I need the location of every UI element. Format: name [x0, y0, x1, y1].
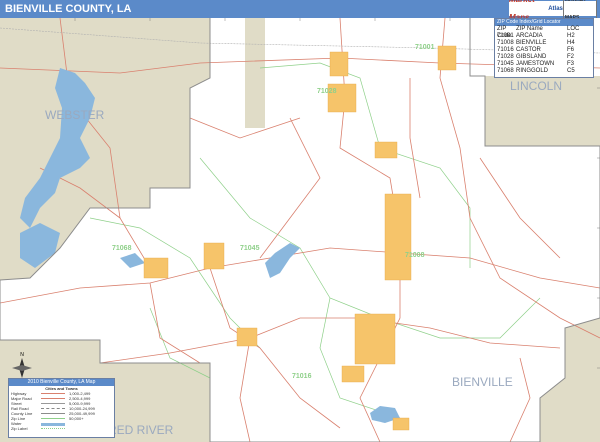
county-label-lincoln: LINCOLN: [510, 79, 562, 93]
zip-code: 71068: [497, 68, 514, 74]
title-bar: BIENVILLE COUNTY, LA Market Maps Atlas M…: [0, 0, 600, 28]
zip-label-71045: 71045: [240, 245, 260, 252]
page-title: BIENVILLE COUNTY, LA: [5, 3, 132, 15]
zip-loc: H2: [567, 33, 575, 39]
legend-swatch: [41, 423, 65, 426]
zip-col-name: ZIP Name: [516, 26, 543, 32]
zip-locator-table: ZIP Code Index/Grid Locator ZIP Code ZIP…: [494, 18, 594, 78]
zip-code: 71028: [497, 54, 514, 60]
zip-loc: F2: [567, 54, 575, 60]
legend-swatch: [41, 403, 65, 404]
legend-title: 2010 Bienville County, LA Map: [9, 379, 114, 386]
zip-loc: H4: [567, 40, 575, 46]
legend-swatch: [41, 418, 65, 419]
zip-code: 71016: [497, 47, 514, 53]
zip-col-code: ZIP Code: [497, 26, 512, 39]
table-row: 71016 CASTOR F6: [495, 47, 593, 54]
zip-label-71001: 71001: [415, 44, 435, 51]
zip-code: 71008: [497, 40, 514, 46]
table-row: 71045 JAMESTOWN F3: [495, 61, 593, 68]
zip-col-loc: LOC: [567, 26, 580, 32]
zip-name: GIBSLAND: [516, 54, 547, 60]
legend-swatch: [41, 428, 65, 429]
zip-loc: C5: [567, 68, 575, 74]
brand-sub: Atlas: [548, 5, 563, 12]
compass-north-label: N: [20, 352, 24, 358]
list-item: Zip Label: [9, 426, 114, 431]
zip-name: CASTOR: [516, 47, 541, 53]
zip-name: RINGGOLD: [516, 68, 549, 74]
county-label-webster: WEBSTER: [45, 108, 105, 122]
table-row: 71008 BIENVILLE H4: [495, 40, 593, 47]
legend-swatch: [41, 408, 65, 409]
zip-loc: F6: [567, 47, 575, 53]
zip-label-71028: 71028: [317, 88, 337, 95]
table-row: 71028 GIBSLAND F2: [495, 54, 593, 61]
legend-swatch: [41, 413, 65, 414]
map-legend: 2010 Bienville County, LA Map Cities and…: [8, 378, 115, 438]
legend-range: 50,000+: [69, 416, 84, 421]
zip-name: ARCADIA: [516, 33, 543, 39]
table-row: 71068 RINGGOLD C5: [495, 68, 593, 75]
county-label-bienville: BIENVILLE: [452, 375, 513, 389]
legend-swatch: [41, 393, 65, 394]
zip-locator-header-row: ZIP Code ZIP Name LOC: [495, 26, 593, 39]
brand-logo[interactable]: Market Maps Atlas MARKET MAPS: [509, 0, 597, 28]
zip-locator-heading: ZIP Code Index/Grid Locator: [495, 19, 593, 26]
zip-label-71008: 71008: [405, 252, 425, 259]
zip-name: JAMESTOWN: [516, 61, 555, 67]
zip-code: 71001: [497, 33, 514, 39]
zip-label-71068: 71068: [112, 245, 132, 252]
zip-loc: F3: [567, 61, 575, 67]
legend-swatch: [41, 398, 65, 399]
zip-label-71016: 71016: [292, 373, 312, 380]
table-row: 71001 ARCADIA H2: [495, 33, 593, 40]
zip-code: 71045: [497, 61, 514, 67]
legend-label: Zip Label: [11, 426, 28, 431]
zip-name: BIENVILLE: [516, 40, 547, 46]
county-label-red-river: RED RIVER: [108, 423, 174, 437]
